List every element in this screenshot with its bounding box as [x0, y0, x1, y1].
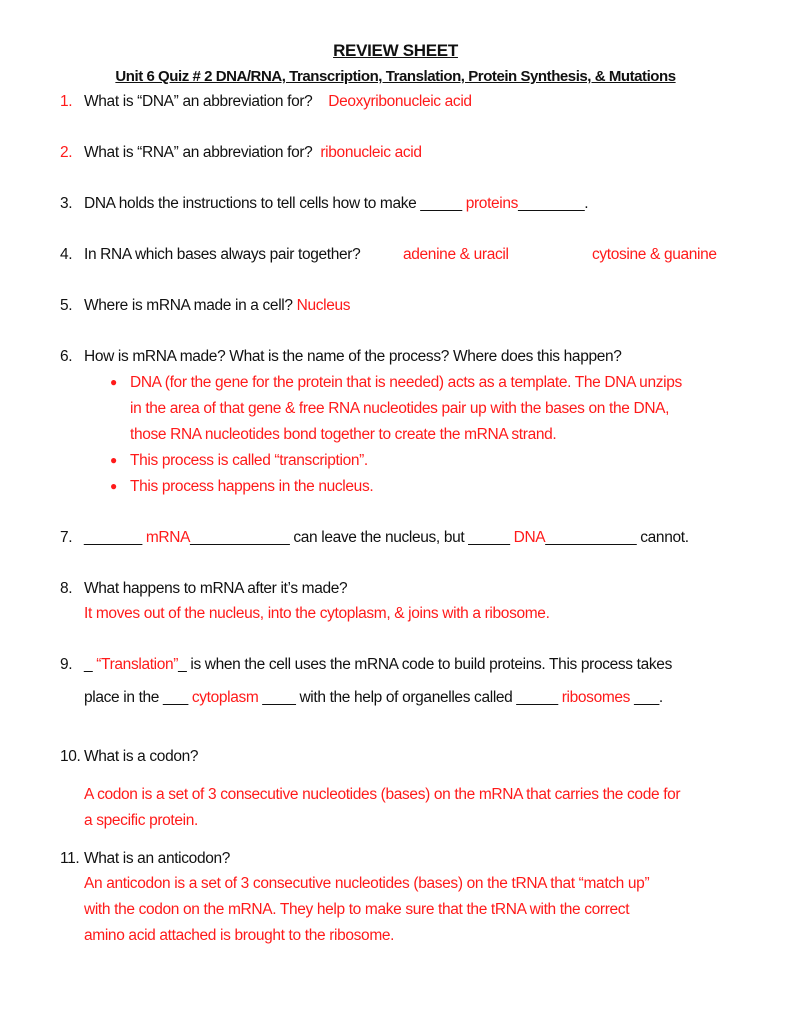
question-text: What is an anticodon?: [84, 850, 231, 867]
question-number: 7.: [60, 529, 73, 546]
question-text: What happens to mRNA after it’s made?: [84, 580, 348, 597]
question-11: 11. What is an anticodon?: [60, 850, 230, 868]
answer-bullet-2: ● This process is called “transcription”.: [110, 452, 368, 470]
question-text: Where is mRNA made in a cell?: [84, 297, 293, 314]
bullet-icon: ●: [110, 453, 117, 467]
question-number: 9.: [60, 656, 73, 673]
blank: ____________: [190, 529, 290, 546]
question-text: DNA holds the instructions to tell cells…: [84, 195, 462, 212]
answer-line: This process is called “transcription”.: [130, 452, 368, 469]
answer-line: with the codon on the mRNA. They help to…: [84, 901, 630, 918]
answer-bullet-1: ● DNA (for the gene for the protein that …: [110, 374, 682, 392]
answer-line: a specific protein.: [84, 812, 198, 829]
question-2: 2. What is “RNA” an abbreviation for? rib…: [60, 144, 422, 162]
answer-line: amino acid attached is brought to the ri…: [84, 927, 395, 944]
question-number: 11.: [60, 850, 80, 867]
question-text-end: ___.: [634, 689, 663, 706]
question-text-end: cannot.: [640, 529, 689, 546]
answer-text: Nucleus: [296, 297, 351, 314]
answer-text-1: mRNA: [145, 529, 191, 546]
answer-text-2: cytoplasm: [191, 689, 259, 706]
blank: ___________: [545, 529, 637, 546]
answer-line: those RNA nucleotides bond together to c…: [130, 426, 557, 443]
question-4: 4. In RNA which bases always pair togethe…: [60, 246, 361, 264]
answer-text: It moves out of the nucleus, into the cy…: [84, 605, 550, 622]
question-text: _ is when the cell uses the mRNA code to…: [178, 656, 672, 673]
answer-text: ribonucleic acid: [320, 144, 422, 161]
question-5: 5. Where is mRNA made in a cell? Nucleus: [60, 297, 351, 315]
blank: _: [84, 656, 93, 673]
question-number: 3.: [60, 195, 73, 212]
answer-line: in the area of that gene & free RNA nucl…: [130, 400, 670, 417]
question-7: 7. _______ mRNA____________ can leave the…: [60, 529, 689, 547]
page-subtitle: Unit 6 Quiz # 2 DNA/RNA, Transcription, …: [115, 68, 676, 85]
question-text: What is “DNA” an abbreviation for?: [84, 93, 313, 110]
answer-bullet-3: ● This process happens in the nucleus.: [110, 478, 374, 496]
question-9-line-2: place in the ___ cytoplasm ____ with the…: [84, 689, 663, 707]
answer-text-2: DNA: [513, 529, 546, 546]
question-text: place in the ___: [84, 689, 188, 706]
question-text: ____ with the help of organelles called …: [262, 689, 558, 706]
question-text: How is mRNA made? What is the name of th…: [84, 348, 622, 365]
answer-text-1: adenine & uracil: [403, 246, 509, 263]
question-text: In RNA which bases always pair together?: [84, 246, 361, 263]
question-number: 4.: [60, 246, 73, 263]
question-3: 3. DNA holds the instructions to tell cel…: [60, 195, 589, 213]
question-text: can leave the nucleus, but _____: [293, 529, 510, 546]
answer-text-2: cytosine & guanine: [592, 246, 717, 263]
answer-line: An anticodon is a set of 3 consecutive n…: [84, 875, 650, 892]
question-text: What is “RNA” an abbreviation for?: [84, 144, 313, 161]
answer-text: Deoxyribonucleic acid: [328, 93, 472, 110]
answer-line: DNA (for the gene for the protein that i…: [130, 374, 682, 391]
bullet-icon: ●: [110, 375, 117, 389]
bullet-icon: ●: [110, 479, 117, 493]
answer-line: A codon is a set of 3 consecutive nucleo…: [84, 786, 681, 803]
question-number: 10.: [60, 748, 81, 765]
blank: _______: [84, 529, 142, 546]
page-title: REVIEW SHEET: [333, 41, 458, 60]
question-number: 5.: [60, 297, 73, 314]
question-number: 2.: [60, 144, 73, 161]
question-number: 6.: [60, 348, 73, 365]
question-10: 10. What is a codon?: [60, 748, 199, 766]
question-text: What is a codon?: [84, 748, 199, 765]
question-9: 9. _ “Translation”_ is when the cell uses…: [60, 656, 672, 674]
question-number: 1.: [60, 93, 73, 110]
answer-text-3: ribosomes: [561, 689, 631, 706]
question-6: 6. How is mRNA made? What is the name of …: [60, 348, 622, 366]
question-1: 1. What is “DNA” an abbreviation for? Deo…: [60, 93, 472, 111]
question-8: 8. What happens to mRNA after it’s made?: [60, 580, 348, 598]
answer-text: proteins: [465, 195, 519, 212]
answer-line: This process happens in the nucleus.: [130, 478, 374, 495]
answer-text-1: “Translation”: [96, 656, 179, 673]
question-number: 8.: [60, 580, 73, 597]
question-text-end: ________.: [518, 195, 589, 212]
